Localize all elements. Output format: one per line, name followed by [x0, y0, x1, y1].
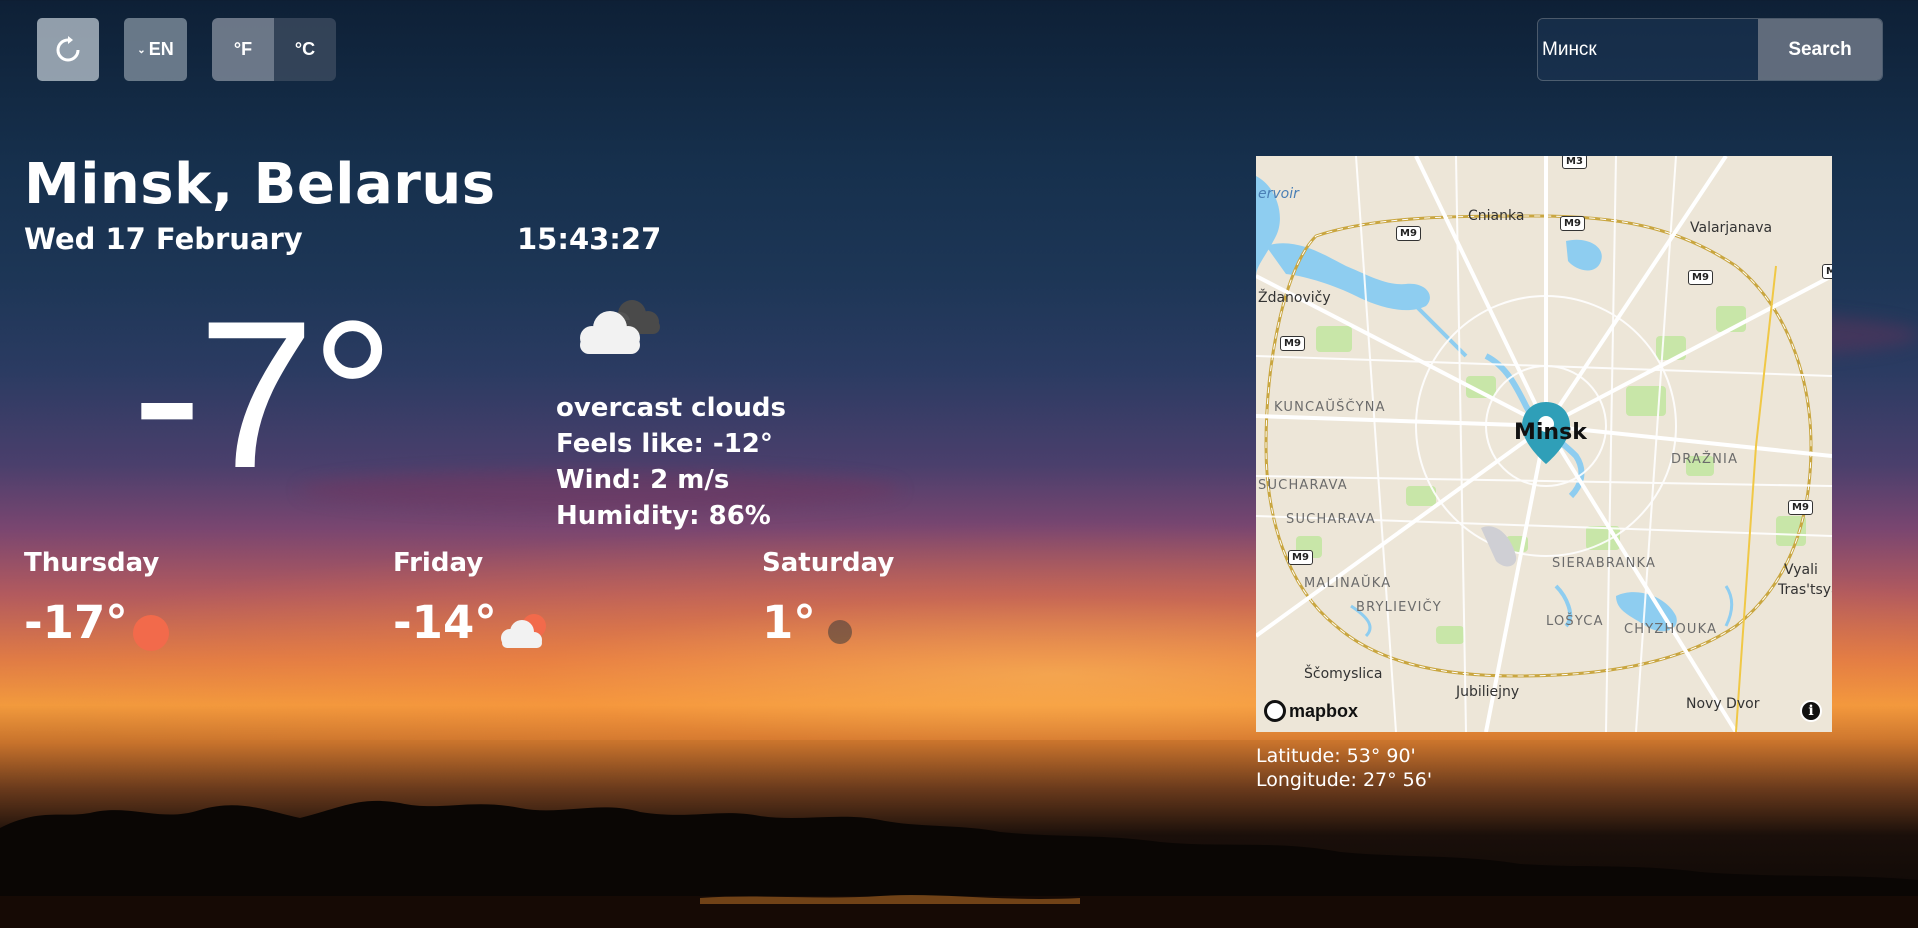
map-label-malinauka: MALINAŬKA	[1304, 576, 1392, 591]
forecast-temp-2: -14°	[393, 596, 497, 649]
map-label-zdanovicy: Ždanovičy	[1258, 290, 1331, 306]
map-label-reservoir: ervoir	[1258, 186, 1299, 202]
forecast-day-2: Friday	[393, 548, 484, 578]
road-shield-m3: M3	[1562, 156, 1587, 169]
map-label-drazhnia: DRAŽNIA	[1671, 452, 1739, 467]
mapbox-logo-text: mapbox	[1289, 700, 1359, 721]
forecast-temp-1: -17°	[24, 596, 128, 649]
search-form: Search	[1537, 18, 1883, 81]
map-label-jubiliejny: Jubiliejny	[1456, 684, 1520, 700]
sun-icon	[133, 615, 169, 651]
forecast-day-3: Saturday	[762, 548, 895, 578]
road-shield-m9: M9	[1788, 500, 1813, 515]
current-date: Wed 17 February	[24, 222, 303, 256]
map-label-cnianka: Cnianka	[1468, 208, 1525, 224]
map-label-valarjanava: Valarjanava	[1690, 220, 1773, 236]
map-label-trastsya: Tras'tsya	[1778, 582, 1832, 598]
dim-circle-icon	[828, 620, 852, 644]
cloud-sun-icon	[501, 614, 546, 648]
map-label-sierabranka: SIERABRANKA	[1552, 556, 1657, 571]
map-label-sucharava-2: SUCHARAVA	[1286, 512, 1376, 527]
map-label-sucharava-1: SUCHARAVA	[1258, 478, 1348, 493]
map-label-city: Minsk	[1514, 420, 1587, 445]
current-temperature: -7°	[132, 277, 395, 512]
current-time: 15:43:27	[517, 222, 662, 256]
mapbox-logo[interactable]: mapbox	[1264, 700, 1358, 722]
road-shield-m9: M9	[1688, 270, 1713, 285]
road-shield-m9: M9	[1560, 216, 1585, 231]
humidity: Humidity: 86%	[556, 501, 771, 531]
unit-toggle: °F °C	[212, 18, 336, 81]
map-label-scomyslica: Ščomyslica	[1304, 666, 1383, 682]
language-select[interactable]: ⌄ EN	[124, 18, 187, 81]
fahrenheit-button[interactable]: °F	[212, 18, 274, 81]
road-shield-m9: M9	[1288, 550, 1313, 565]
location-map[interactable]: Cnianka Valarjanava Ždanovičy ervoir KUN…	[1256, 156, 1832, 732]
mapbox-logo-icon	[1264, 700, 1286, 722]
feels-like: Feels like: -12°	[556, 429, 773, 459]
map-label-kuncausyna: KUNCAŬŠČYNA	[1274, 400, 1386, 415]
search-input[interactable]	[1538, 19, 1758, 80]
chevron-down-icon: ⌄	[137, 45, 146, 56]
celsius-button[interactable]: °C	[274, 18, 336, 81]
search-button[interactable]: Search	[1758, 19, 1882, 80]
map-label-chyzhouka: CHYZHOUKA	[1624, 622, 1718, 637]
refresh-icon	[56, 35, 80, 61]
weather-description: overcast clouds	[556, 393, 786, 423]
city-title: Minsk, Belarus	[24, 152, 496, 217]
treeline-silhouette	[0, 800, 1918, 928]
road-shield-m9: M9	[1280, 336, 1305, 351]
weather-details: overcast clouds Feels like: -12° Wind: 2…	[556, 390, 786, 534]
refresh-button[interactable]	[37, 18, 99, 81]
forecast-temp-3: 1°	[762, 596, 816, 649]
language-label: EN	[148, 39, 174, 59]
overcast-clouds-icon	[580, 300, 660, 354]
wind-speed: Wind: 2 m/s	[556, 465, 730, 495]
road-shield-edge: M	[1822, 264, 1832, 279]
map-label-brylievicy: BRYLIEVIČY	[1356, 600, 1442, 615]
map-label-novy-dvor: Novy Dvor	[1686, 696, 1760, 712]
forecast-day-1: Thursday	[24, 548, 160, 578]
road-shield-m9: M9	[1396, 226, 1421, 241]
map-label-losyca: LOŠYCA	[1546, 614, 1604, 629]
info-icon[interactable]: i	[1800, 700, 1822, 722]
latitude: Latitude: 53° 90'	[1256, 745, 1416, 767]
coordinates: Latitude: 53° 90' Longitude: 27° 56'	[1256, 744, 1432, 792]
map-label-vyali: Vyali	[1784, 562, 1818, 578]
longitude: Longitude: 27° 56'	[1256, 769, 1433, 791]
